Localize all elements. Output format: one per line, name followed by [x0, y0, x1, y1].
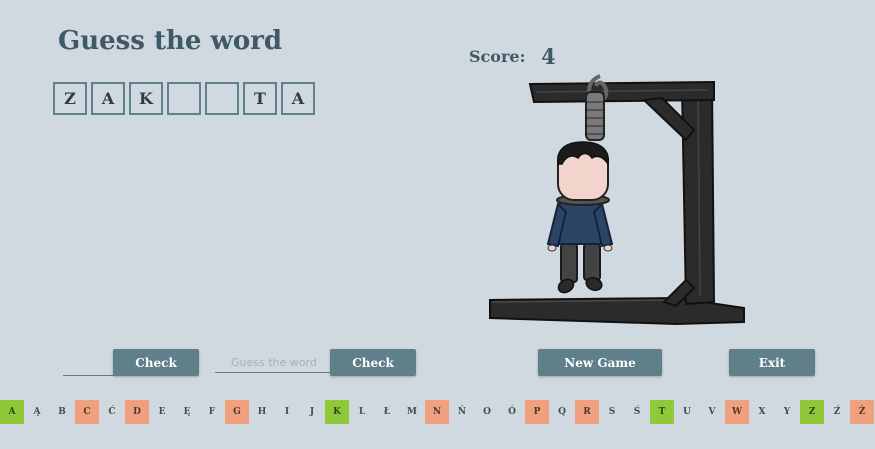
letter-key-7[interactable]: Ę: [175, 400, 199, 424]
letter-key-3[interactable]: C: [75, 400, 99, 424]
letter-key-21[interactable]: P: [525, 400, 549, 424]
letter-key-19[interactable]: O: [475, 400, 499, 424]
letter-key-28[interactable]: V: [700, 400, 724, 424]
letter-key-12[interactable]: J: [300, 400, 324, 424]
score-display: Score: 4: [469, 44, 556, 69]
score-label: Score:: [469, 47, 526, 66]
game-title: Guess the word: [58, 26, 283, 56]
letter-key-26[interactable]: T: [650, 400, 674, 424]
word-slot: [167, 82, 201, 115]
score-value: 4: [541, 44, 556, 69]
gallows-post: [680, 82, 716, 306]
word-slot: [205, 82, 239, 115]
letter-key-33[interactable]: Ź: [825, 400, 849, 424]
letter-key-4[interactable]: Ć: [100, 400, 124, 424]
letter-key-25[interactable]: Ś: [625, 400, 649, 424]
word-slot: A: [281, 82, 315, 115]
letter-key-22[interactable]: Q: [550, 400, 574, 424]
check-letter-button[interactable]: Check: [113, 349, 199, 376]
letter-key-15[interactable]: Ł: [375, 400, 399, 424]
letter-key-5[interactable]: D: [125, 400, 149, 424]
letter-key-20[interactable]: Ó: [500, 400, 524, 424]
word-slot: Z: [53, 82, 87, 115]
word-slots: Z A K T A: [53, 82, 319, 115]
letter-key-27[interactable]: U: [675, 400, 699, 424]
letter-key-30[interactable]: X: [750, 400, 774, 424]
letter-key-24[interactable]: S: [600, 400, 624, 424]
hangman-illustration: [489, 74, 745, 326]
letter-key-2[interactable]: B: [50, 400, 74, 424]
letter-key-13[interactable]: K: [325, 400, 349, 424]
rope: [585, 74, 609, 141]
letter-key-16[interactable]: M: [400, 400, 424, 424]
letter-key-6[interactable]: E: [150, 400, 174, 424]
exit-button[interactable]: Exit: [729, 349, 815, 376]
letter-key-18[interactable]: Ń: [450, 400, 474, 424]
letter-key-14[interactable]: L: [350, 400, 374, 424]
letter-key-17[interactable]: N: [425, 400, 449, 424]
letter-key-10[interactable]: H: [250, 400, 274, 424]
letter-key-34[interactable]: Ż: [850, 400, 874, 424]
hanged-figure: [546, 141, 614, 294]
alphabet-keyboard: AĄBCĆDEĘFGHIJKLŁMNŃOÓPQRSŚTUVWXYZŹŻ: [0, 400, 875, 424]
word-slot: K: [129, 82, 163, 115]
letter-key-23[interactable]: R: [575, 400, 599, 424]
letter-key-0[interactable]: A: [0, 400, 24, 424]
letter-key-8[interactable]: F: [200, 400, 224, 424]
letter-key-32[interactable]: Z: [800, 400, 824, 424]
letter-key-31[interactable]: Y: [775, 400, 799, 424]
letter-key-1[interactable]: Ą: [25, 400, 49, 424]
guess-word-input[interactable]: [215, 353, 335, 373]
gallows-top-beam: [528, 80, 715, 104]
letter-key-29[interactable]: W: [725, 400, 749, 424]
word-slot: A: [91, 82, 125, 115]
letter-key-11[interactable]: I: [275, 400, 299, 424]
word-slot: T: [243, 82, 277, 115]
check-word-button[interactable]: Check: [330, 349, 416, 376]
new-game-button[interactable]: New Game: [538, 349, 662, 376]
letter-key-9[interactable]: G: [225, 400, 249, 424]
